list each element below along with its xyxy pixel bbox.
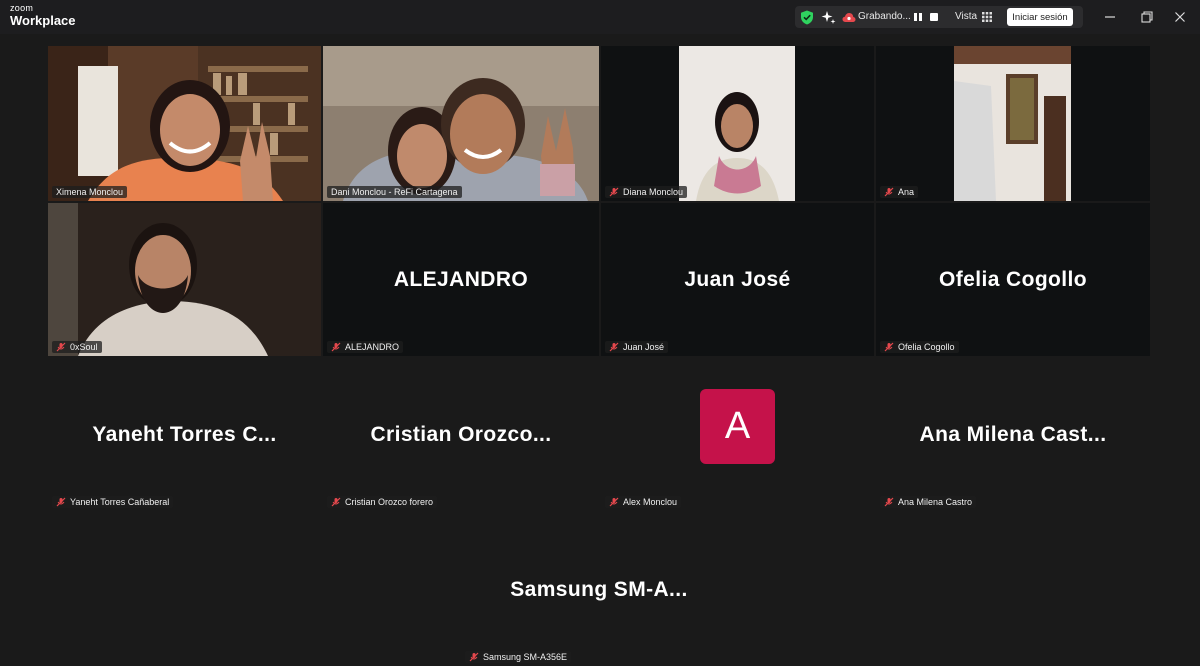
muted-microphone-icon bbox=[884, 497, 894, 507]
muted-microphone-icon bbox=[331, 497, 341, 507]
participant-name: Yaneht Torres Cañaberal bbox=[70, 497, 170, 507]
participant-name: Dani Monclou - ReFi Cartagena bbox=[331, 187, 458, 197]
grid-view-icon[interactable] bbox=[981, 11, 993, 23]
muted-microphone-icon bbox=[884, 342, 894, 352]
shield-check-icon[interactable] bbox=[799, 9, 815, 25]
participant-display-name: Ofelia Cogollo bbox=[939, 267, 1087, 291]
participant-name-chip: Juan José bbox=[605, 341, 669, 353]
view-button-label[interactable]: Vista bbox=[955, 11, 977, 22]
camera-feed-diana bbox=[601, 46, 874, 201]
name-tile-juan-jose[interactable]: Juan José Juan José bbox=[601, 203, 874, 356]
participant-name: Cristian Orozco forero bbox=[345, 497, 434, 507]
participant-name: 0xSoul bbox=[70, 342, 98, 352]
video-tile-ximena[interactable]: Ximena Monclou bbox=[48, 46, 321, 201]
muted-microphone-icon bbox=[609, 497, 619, 507]
pause-recording-icon[interactable] bbox=[912, 11, 924, 23]
participant-name: ALEJANDRO bbox=[345, 342, 400, 352]
participant-name: Samsung SM-A356E bbox=[483, 652, 568, 662]
brand-line1: zoom bbox=[10, 3, 34, 13]
brand-line2: Workplace bbox=[10, 13, 76, 28]
participant-name: Alex Monclou bbox=[623, 497, 678, 507]
muted-microphone-icon bbox=[609, 342, 619, 352]
participant-name-chip: 0xSoul bbox=[52, 341, 102, 353]
participant-name-chip: Ximena Monclou bbox=[52, 186, 128, 198]
zoom-workplace-logo: zoom Workplace bbox=[10, 3, 76, 28]
video-tile-dani[interactable]: Dani Monclou - ReFi Cartagena bbox=[323, 46, 599, 201]
video-tile-diana[interactable]: Diana Monclou bbox=[601, 46, 874, 201]
participant-name-chip: Diana Monclou bbox=[605, 186, 688, 198]
participant-display-name: Juan José bbox=[684, 267, 791, 291]
camera-feed-ana bbox=[876, 46, 1150, 201]
minimize-icon[interactable] bbox=[1102, 9, 1118, 25]
muted-microphone-icon bbox=[884, 187, 894, 197]
muted-microphone-icon bbox=[331, 342, 341, 352]
muted-microphone-icon bbox=[469, 652, 479, 662]
camera-feed-ximena bbox=[48, 46, 321, 201]
participant-name-chip: Ana Milena Castro bbox=[880, 496, 977, 508]
name-tile-ofelia[interactable]: Ofelia Cogollo Ofelia Cogollo bbox=[876, 203, 1150, 356]
name-tile-alejandro[interactable]: ALEJANDRO ALEJANDRO bbox=[323, 203, 599, 356]
camera-feed-0xsoul bbox=[48, 203, 321, 356]
restore-window-icon[interactable] bbox=[1139, 9, 1155, 25]
meeting-controls-group: Grabando... Vista Iniciar sesión bbox=[795, 6, 1083, 28]
cloud-recording-icon bbox=[842, 11, 856, 23]
ai-companion-sparkle-icon[interactable] bbox=[820, 9, 836, 25]
sign-in-button[interactable]: Iniciar sesión bbox=[1007, 8, 1073, 26]
participant-name-chip: Samsung SM-A356E bbox=[465, 651, 572, 663]
participant-display-name: Yaneht Torres C... bbox=[92, 422, 277, 446]
video-tile-0xsoul[interactable]: 0xSoul bbox=[48, 203, 321, 356]
participant-name: Ofelia Cogollo bbox=[898, 342, 955, 352]
avatar-tile-alex[interactable]: A Alex Monclou bbox=[601, 358, 874, 511]
name-tile-samsung[interactable]: Samsung SM-A... Samsung SM-A356E bbox=[461, 513, 737, 666]
participant-name: Juan José bbox=[623, 342, 665, 352]
muted-microphone-icon bbox=[56, 342, 66, 352]
participant-name: Ximena Monclou bbox=[56, 187, 124, 197]
title-bar: zoom Workplace Grabando... Vista Iniciar… bbox=[0, 0, 1200, 34]
participant-name: Ana Milena Castro bbox=[898, 497, 973, 507]
name-tile-yaneht[interactable]: Yaneht Torres C... Yaneht Torres Cañaber… bbox=[48, 358, 321, 511]
participant-name-chip: Dani Monclou - ReFi Cartagena bbox=[327, 186, 462, 198]
muted-microphone-icon bbox=[609, 187, 619, 197]
close-icon[interactable] bbox=[1172, 9, 1188, 25]
video-tile-ana[interactable]: Ana bbox=[876, 46, 1150, 201]
participant-name-chip: Ana bbox=[880, 186, 919, 198]
stop-recording-icon[interactable] bbox=[928, 11, 940, 23]
participant-name-chip: Ofelia Cogollo bbox=[880, 341, 959, 353]
participant-display-name: Samsung SM-A... bbox=[510, 577, 688, 601]
participant-name-chip: ALEJANDRO bbox=[327, 341, 404, 353]
participant-name-chip: Yaneht Torres Cañaberal bbox=[52, 496, 174, 508]
participant-name: Diana Monclou bbox=[623, 187, 684, 197]
recording-status-label: Grabando... bbox=[858, 11, 911, 22]
participant-name-chip: Alex Monclou bbox=[605, 496, 682, 508]
participant-display-name: Ana Milena Cast... bbox=[919, 422, 1107, 446]
participant-name: Ana bbox=[898, 187, 915, 197]
name-tile-ana-milena[interactable]: Ana Milena Cast... Ana Milena Castro bbox=[876, 358, 1150, 511]
muted-microphone-icon bbox=[56, 497, 66, 507]
participant-display-name: ALEJANDRO bbox=[393, 267, 529, 291]
participant-name-chip: Cristian Orozco forero bbox=[327, 496, 438, 508]
name-tile-cristian[interactable]: Cristian Orozco... Cristian Orozco forer… bbox=[323, 358, 599, 511]
participant-avatar: A bbox=[700, 389, 775, 464]
zoom-meeting-window: zoom Workplace Grabando... Vista Iniciar… bbox=[0, 0, 1200, 666]
participant-display-name: Cristian Orozco... bbox=[370, 422, 552, 446]
camera-feed-dani bbox=[323, 46, 599, 201]
